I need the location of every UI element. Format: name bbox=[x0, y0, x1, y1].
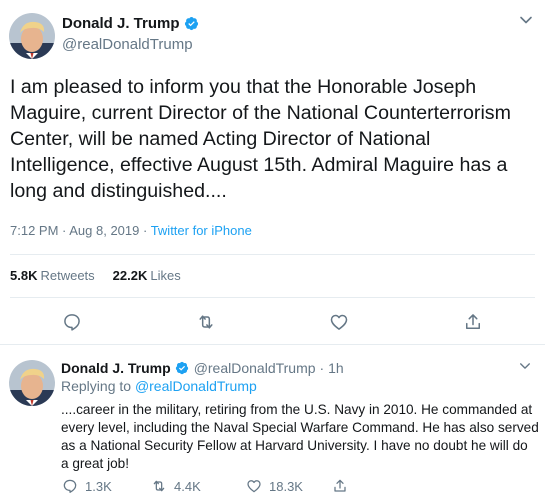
verified-badge-icon bbox=[175, 361, 188, 375]
reply-timestamp[interactable]: · 1h bbox=[320, 360, 344, 376]
retweet-button[interactable] bbox=[196, 312, 216, 332]
reply-count: 1.3K bbox=[85, 478, 112, 494]
replying-to: Replying to @realDonaldTrump bbox=[61, 378, 257, 394]
share-icon bbox=[466, 314, 480, 329]
avatar-photo-icon bbox=[9, 13, 55, 59]
retweet-count: 4.4K bbox=[174, 478, 201, 494]
like-count: 18.3K bbox=[269, 478, 303, 494]
like-icon bbox=[247, 480, 261, 493]
retweets-stat[interactable]: 5.8K Retweets bbox=[10, 268, 95, 283]
chevron-down-icon[interactable] bbox=[519, 13, 533, 27]
reply-text: ....career in the military, retiring fro… bbox=[61, 402, 539, 471]
like-button[interactable] bbox=[329, 312, 349, 332]
tweet-source-link[interactable]: Twitter for iPhone bbox=[151, 223, 252, 238]
retweets-count: 5.8K bbox=[10, 268, 38, 283]
share-icon bbox=[334, 479, 346, 492]
share-button[interactable] bbox=[332, 478, 355, 494]
reply-tweet[interactable]: Donald J. Trump @realDonaldTrump · 1h Re… bbox=[0, 346, 545, 503]
divider bbox=[10, 254, 535, 255]
retweet-icon bbox=[199, 315, 213, 329]
author-display-name[interactable]: Donald J. Trump bbox=[62, 15, 180, 32]
reply-button[interactable] bbox=[62, 312, 82, 332]
avatar-photo-icon bbox=[9, 360, 55, 406]
avatar[interactable] bbox=[9, 13, 55, 59]
tweet-text: I am pleased to inform you that the Hono… bbox=[10, 76, 511, 202]
like-button[interactable]: 18.3K bbox=[246, 478, 303, 494]
tweet-timestamp[interactable]: 7:12 PM · Aug 8, 2019 · bbox=[10, 223, 151, 238]
verified-badge-icon bbox=[184, 16, 198, 31]
main-tweet: Donald J. Trump @realDonaldTrump I am pl… bbox=[0, 0, 545, 345]
chevron-down-icon[interactable] bbox=[519, 360, 531, 372]
reply-header: Donald J. Trump @realDonaldTrump · 1h bbox=[61, 360, 344, 376]
reply-icon bbox=[63, 479, 77, 493]
author-name-row: Donald J. Trump bbox=[62, 15, 199, 32]
author-handle[interactable]: @realDonaldTrump bbox=[62, 36, 193, 53]
retweet-button[interactable]: 4.4K bbox=[151, 478, 201, 494]
reply-author-name[interactable]: Donald J. Trump bbox=[61, 360, 171, 376]
likes-stat[interactable]: 22.2K Likes bbox=[113, 268, 181, 283]
reply-button[interactable]: 1.3K bbox=[62, 478, 112, 494]
replying-to-link[interactable]: @realDonaldTrump bbox=[135, 378, 257, 394]
share-button[interactable] bbox=[463, 312, 483, 332]
reply-icon bbox=[64, 314, 80, 331]
likes-count: 22.2K bbox=[112, 268, 148, 283]
likes-label: Likes bbox=[150, 268, 181, 283]
retweet-icon bbox=[153, 480, 165, 492]
reply-author-handle[interactable]: @realDonaldTrump bbox=[194, 360, 316, 376]
tweet-stats: 5.8K Retweets 22.2K Likes bbox=[10, 268, 181, 283]
replying-to-label: Replying to bbox=[61, 378, 135, 394]
divider bbox=[10, 297, 535, 298]
avatar[interactable] bbox=[9, 360, 55, 406]
tweet-meta: 7:12 PM · Aug 8, 2019 · Twitter for iPho… bbox=[10, 223, 252, 238]
retweets-label: Retweets bbox=[40, 268, 95, 283]
like-icon bbox=[330, 314, 348, 330]
